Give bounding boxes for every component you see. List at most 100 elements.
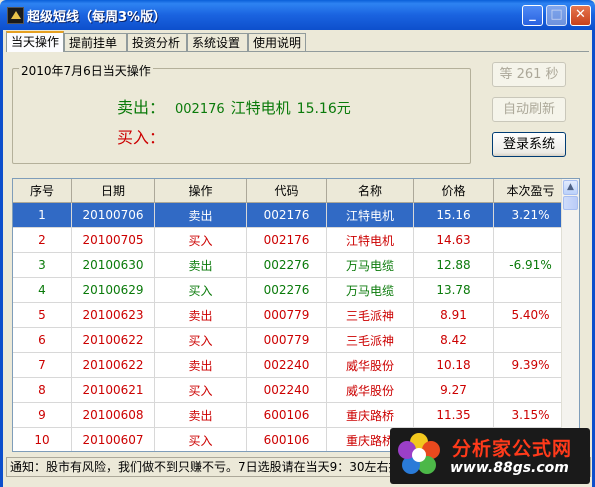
buy-instruction: 买入： — [117, 128, 166, 147]
cell-no: 2 — [13, 227, 72, 253]
table-row[interactable]: 4 20100629 买入 002276 万马电缆 13.78 — [13, 277, 568, 303]
cell-code: 002240 — [246, 352, 327, 378]
cell-code: 000779 — [246, 302, 327, 328]
cell-op: 卖出 — [154, 252, 247, 278]
minimize-button[interactable]: _ — [522, 5, 543, 26]
cell-op: 买入 — [154, 227, 247, 253]
window-frame-left — [0, 30, 3, 487]
table-row[interactable]: 9 20100608 卖出 600106 重庆路桥 11.35 3.15% — [13, 402, 568, 428]
table-row[interactable]: 8 20100621 买入 002240 威华股份 9.27 — [13, 377, 568, 403]
countdown-button[interactable]: 等 261 秒 — [492, 62, 566, 87]
cell-date: 20100622 — [71, 327, 155, 353]
window-title: 超级短线（每周3%版） — [27, 10, 167, 25]
close-button[interactable]: ✕ — [570, 5, 591, 26]
cell-code: 002276 — [246, 252, 327, 278]
cell-price: 15.16 — [413, 202, 494, 228]
cell-op: 卖出 — [154, 402, 247, 428]
cell-code: 600106 — [246, 427, 327, 451]
cell-name: 江特电机 — [326, 227, 414, 253]
sell-instruction: 卖出： 002176 江特电机 15.16元 — [117, 94, 351, 118]
cell-name: 江特电机 — [326, 202, 414, 228]
cell-op: 买入 — [154, 277, 247, 303]
cell-no: 1 — [13, 202, 72, 228]
cell-date: 20100629 — [71, 277, 155, 303]
table-row[interactable]: 1 20100706 卖出 002176 江特电机 15.16 3.21% — [13, 202, 568, 228]
cell-name: 万马电缆 — [326, 277, 414, 303]
col-header-op[interactable]: 操作 — [154, 179, 247, 203]
cell-date: 20100622 — [71, 352, 155, 378]
cell-no: 7 — [13, 352, 72, 378]
cell-pl — [493, 327, 568, 353]
cell-code: 002240 — [246, 377, 327, 403]
col-header-no[interactable]: 序号 — [13, 179, 72, 203]
cell-code: 002176 — [246, 202, 327, 228]
vertical-scrollbar[interactable]: ▲ — [561, 179, 579, 451]
scroll-thumb[interactable] — [563, 196, 578, 210]
cell-pl — [493, 227, 568, 253]
cell-no: 8 — [13, 377, 72, 403]
cell-code: 002276 — [246, 277, 327, 303]
cell-code: 600106 — [246, 402, 327, 428]
table-row[interactable]: 6 20100622 买入 000779 三毛派神 8.42 — [13, 327, 568, 353]
app-icon — [7, 7, 24, 24]
cell-date: 20100621 — [71, 377, 155, 403]
tab-analysis[interactable]: 投资分析 — [127, 33, 187, 51]
cell-no: 3 — [13, 252, 72, 278]
auto-refresh-button[interactable]: 自动刷新 — [492, 97, 566, 122]
cell-date: 20100630 — [71, 252, 155, 278]
tab-preorder[interactable]: 提前挂单 — [64, 33, 127, 51]
cell-no: 5 — [13, 302, 72, 328]
cell-op: 买入 — [154, 327, 247, 353]
cell-op: 卖出 — [154, 302, 247, 328]
cell-date: 20100608 — [71, 402, 155, 428]
tab-today[interactable]: 当天操作 — [6, 31, 64, 52]
col-header-price[interactable]: 价格 — [413, 179, 494, 203]
sell-price: 15.16元 — [296, 101, 351, 117]
table-row[interactable]: 5 20100623 卖出 000779 三毛派神 8.91 5.40% — [13, 302, 568, 328]
trade-table-body: 序号 日期 操作 代码 名称 价格 本次盈亏 1 20100706 卖出 002176… — [13, 179, 568, 451]
cell-price: 11.35 — [413, 402, 494, 428]
cell-price: 8.91 — [413, 302, 494, 328]
cell-code: 002176 — [246, 227, 327, 253]
today-group-title: 2010年7月6日当天操作 — [19, 62, 153, 79]
col-header-name[interactable]: 名称 — [326, 179, 414, 203]
maximize-button[interactable]: □ — [546, 5, 567, 26]
cell-price: 14.63 — [413, 227, 494, 253]
cell-pl: 9.39% — [493, 352, 568, 378]
cell-op: 买入 — [154, 377, 247, 403]
tab-settings[interactable]: 系统设置 — [187, 33, 248, 51]
col-header-pl[interactable]: 本次盈亏 — [493, 179, 568, 203]
cell-pl: 3.21% — [493, 202, 568, 228]
cell-name: 万马电缆 — [326, 252, 414, 278]
login-button[interactable]: 登录系统 — [492, 132, 566, 157]
tab-help[interactable]: 使用说明 — [248, 33, 306, 51]
cell-op: 卖出 — [154, 202, 247, 228]
col-header-code[interactable]: 代码 — [246, 179, 327, 203]
cell-price: 12.88 — [413, 252, 494, 278]
cell-name: 重庆路桥 — [326, 402, 414, 428]
cell-price: 13.78 — [413, 277, 494, 303]
watermark-url: www.88gs.com — [450, 460, 569, 476]
table-header-row: 序号 日期 操作 代码 名称 价格 本次盈亏 — [13, 179, 568, 203]
table-row[interactable]: 7 20100622 卖出 002240 威华股份 10.18 9.39% — [13, 352, 568, 378]
cell-date: 20100623 — [71, 302, 155, 328]
trade-table[interactable]: 序号 日期 操作 代码 名称 价格 本次盈亏 1 20100706 卖出 002176… — [12, 178, 580, 452]
cell-pl: 3.15% — [493, 402, 568, 428]
table-row[interactable]: 3 20100630 卖出 002276 万马电缆 12.88 -6.91% — [13, 252, 568, 278]
cell-op: 买入 — [154, 427, 247, 451]
cell-price: 8.42 — [413, 327, 494, 353]
watermark-title: 分析家公式网 — [452, 438, 573, 460]
table-row[interactable]: 2 20100705 买入 002176 江特电机 14.63 — [13, 227, 568, 253]
cell-date: 20100705 — [71, 227, 155, 253]
cell-name: 三毛派神 — [326, 302, 414, 328]
scroll-up-icon[interactable]: ▲ — [563, 180, 578, 195]
col-header-date[interactable]: 日期 — [71, 179, 155, 203]
cell-op: 卖出 — [154, 352, 247, 378]
cell-name: 威华股份 — [326, 352, 414, 378]
cell-name: 威华股份 — [326, 377, 414, 403]
title-bar[interactable]: 超级短线（每周3%版） _ □ ✕ — [0, 0, 595, 30]
watermark-logo: 分析家公式网 www.88gs.com — [390, 428, 590, 484]
cell-name: 三毛派神 — [326, 327, 414, 353]
sell-code: 002176 — [175, 102, 225, 117]
cell-no: 4 — [13, 277, 72, 303]
